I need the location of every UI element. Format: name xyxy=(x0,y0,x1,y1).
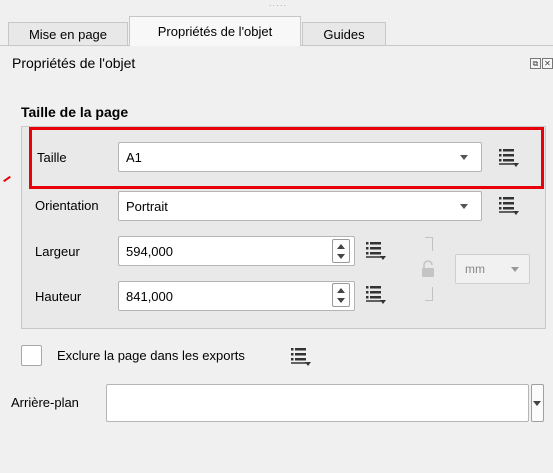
orientation-combo[interactable]: Portrait xyxy=(118,191,482,221)
height-spin-buttons[interactable] xyxy=(332,283,350,307)
width-input[interactable]: 594,000 xyxy=(118,236,355,266)
background-label: Arrière-plan xyxy=(11,395,79,410)
annotation-highlight xyxy=(29,127,544,189)
chevron-down-icon xyxy=(533,401,541,406)
dock-controls: ⧉ ✕ xyxy=(530,58,553,69)
data-defined-override-icon[interactable] xyxy=(497,194,521,216)
height-value: 841,000 xyxy=(126,288,173,304)
width-label: Largeur xyxy=(35,244,80,259)
tab-mise-en-page[interactable]: Mise en page xyxy=(8,22,128,46)
padlock-icon[interactable] xyxy=(421,260,435,278)
width-value: 594,000 xyxy=(126,243,173,259)
spin-down-icon xyxy=(337,254,345,259)
width-spin-buttons[interactable] xyxy=(332,239,350,263)
ratio-bracket-bottom xyxy=(425,287,433,301)
data-defined-override-icon[interactable] xyxy=(289,345,313,367)
tab-guides[interactable]: Guides xyxy=(302,22,386,46)
spin-down-icon xyxy=(337,298,345,303)
background-color-field[interactable] xyxy=(106,384,529,422)
chevron-down-icon xyxy=(511,267,519,272)
dock-title: Propriétés de l'objet xyxy=(12,55,136,71)
background-dropdown-button[interactable] xyxy=(531,384,544,422)
chevron-down-icon xyxy=(460,204,468,209)
exclude-checkbox[interactable] xyxy=(21,345,42,366)
tab-proprietes-objet[interactable]: Propriétés de l'objet xyxy=(129,16,301,46)
orientation-label: Orientation xyxy=(35,198,99,213)
section-title-page-size: Taille de la page xyxy=(21,104,129,120)
height-label: Hauteur xyxy=(35,289,82,304)
unit-combo[interactable]: mm xyxy=(455,254,530,284)
exclude-label: Exclure la page dans les exports xyxy=(57,348,245,363)
tab-label: Mise en page xyxy=(28,27,108,42)
orientation-value: Portrait xyxy=(126,198,168,214)
close-dock-icon[interactable]: ✕ xyxy=(542,58,553,69)
spin-up-icon xyxy=(337,288,345,293)
tab-bar: Mise en page Propriétés de l'objet Guide… xyxy=(0,8,553,46)
data-defined-override-icon[interactable] xyxy=(364,239,388,261)
data-defined-override-icon[interactable] xyxy=(364,283,388,305)
float-dock-icon[interactable]: ⧉ xyxy=(530,58,541,69)
tab-label: Propriétés de l'objet xyxy=(157,24,273,39)
ratio-bracket-top xyxy=(425,237,433,251)
tab-label: Guides xyxy=(323,27,365,42)
height-input[interactable]: 841,000 xyxy=(118,281,355,311)
unit-value: mm xyxy=(465,262,485,276)
spin-up-icon xyxy=(337,244,345,249)
annotation-arrow-mark xyxy=(3,175,11,183)
